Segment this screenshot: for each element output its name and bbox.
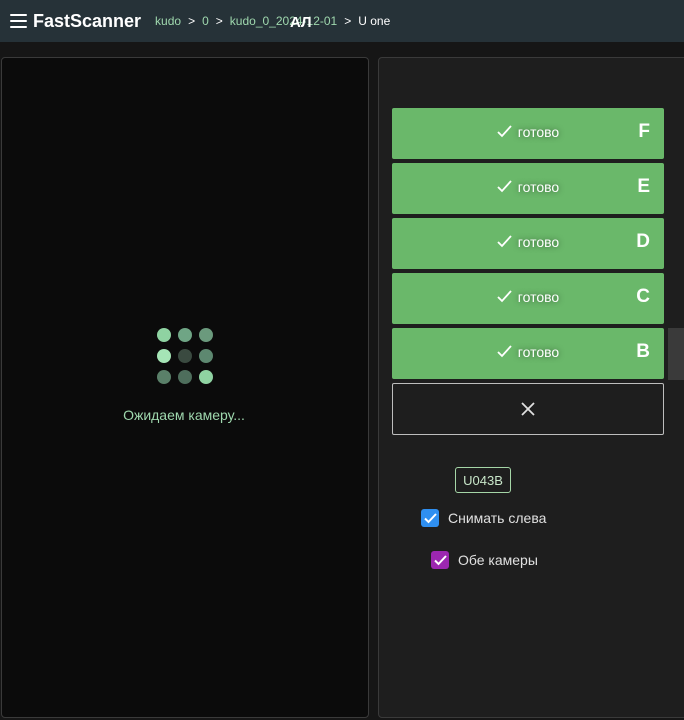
camera-waiting-text: Ожидаем камеру... <box>123 407 245 423</box>
section-status: готово <box>517 179 560 195</box>
breadcrumb-separator: > <box>215 14 223 28</box>
check-icon <box>497 345 512 358</box>
section-button-e[interactable]: готово E <box>392 163 664 214</box>
section-letter: E <box>637 176 650 197</box>
section-letter: C <box>636 286 650 307</box>
check-icon <box>433 554 447 565</box>
check-icon <box>423 512 437 523</box>
breadcrumb-date[interactable]: kudo_0_2024-12-01 <box>230 14 337 28</box>
section-status: готово <box>517 124 560 140</box>
section-letter: B <box>636 341 650 362</box>
check-icon <box>497 235 512 248</box>
section-button-f[interactable]: готово F <box>392 108 664 159</box>
camera-view <box>1 57 369 718</box>
hamburger-menu-icon[interactable] <box>10 14 27 28</box>
option-shoot-left[interactable]: Снимать слева <box>421 509 546 527</box>
section-status: готово <box>517 234 560 250</box>
close-icon <box>521 402 535 416</box>
option-label: Снимать слева <box>448 510 547 526</box>
section-letter: D <box>636 231 650 252</box>
checkbox-shoot-left[interactable] <box>421 509 439 527</box>
panel-title: АЛ <box>290 14 312 31</box>
section-status: готово <box>517 344 560 360</box>
breadcrumb-current: U one <box>358 14 391 28</box>
option-label: Обе камеры <box>458 552 538 568</box>
check-icon <box>497 290 512 303</box>
breadcrumb-separator: > <box>188 14 196 28</box>
section-button-d[interactable]: готово D <box>392 218 664 269</box>
scrollbar[interactable] <box>668 328 684 380</box>
breadcrumb-kudo[interactable]: kudo <box>155 14 181 28</box>
breadcrumb-0[interactable]: 0 <box>202 14 209 28</box>
checkbox-both-cameras[interactable] <box>431 551 449 569</box>
breadcrumb-separator: > <box>344 14 352 28</box>
app-header: FastScanner kudo > 0 > kudo_0_2024-12-01… <box>0 0 684 42</box>
check-icon <box>497 180 512 193</box>
section-button-c[interactable]: готово C <box>392 273 664 324</box>
loader-icon <box>154 325 216 387</box>
check-icon <box>497 125 512 138</box>
section-button-b[interactable]: готово B <box>392 328 664 379</box>
close-button[interactable] <box>392 383 664 435</box>
id-badge: U043B <box>455 467 511 493</box>
option-both-cameras[interactable]: Обе камеры <box>431 551 538 569</box>
app-title: FastScanner <box>33 10 142 31</box>
section-letter: F <box>638 121 650 142</box>
section-status: готово <box>517 289 560 305</box>
